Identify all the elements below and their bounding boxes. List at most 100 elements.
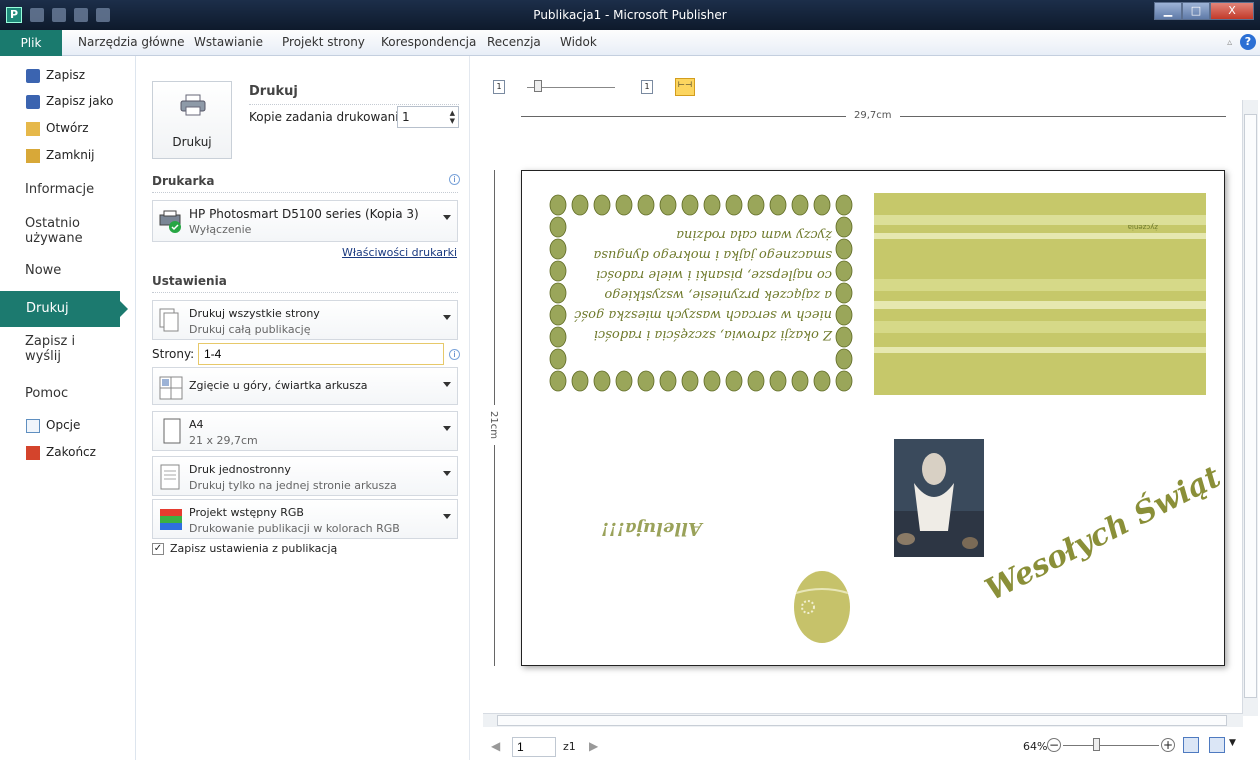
tab-view[interactable]: Widok	[560, 35, 597, 49]
pages-label: Strony:	[152, 347, 195, 361]
zoom-in-icon[interactable]: +	[1161, 738, 1175, 752]
rgb-color-icon	[160, 509, 182, 530]
border-egg	[593, 194, 611, 216]
zoom-out-icon[interactable]: −	[1047, 738, 1061, 752]
open-folder-icon	[26, 122, 40, 136]
vertical-scrollbar[interactable]	[1242, 100, 1258, 716]
border-egg	[549, 216, 567, 238]
printer-status-icon	[159, 210, 181, 233]
printer-info-icon[interactable]: i	[449, 174, 460, 185]
backstage-nav: Zapisz Zapisz jako Otwórz Zamknij Inform…	[0, 56, 136, 760]
border-egg	[681, 194, 699, 216]
print-settings-panel: Drukuj Drukuj Kopie zadania drukowania: …	[137, 56, 470, 760]
save-settings-checkbox[interactable]: ✓	[152, 543, 164, 555]
nav-open[interactable]: Otwórz	[26, 121, 89, 136]
poem-line-4: co najlepsze, pisanki i wiele radości	[596, 267, 832, 282]
decorated-egg	[794, 571, 850, 643]
sides-title: Druk jednostronny	[189, 463, 291, 476]
view-menu-chevron-icon[interactable]: ▼	[1229, 738, 1236, 748]
nav-recent-line1: Ostatnio	[25, 216, 80, 231]
color-desc: Drukowanie publikacji w kolorach RGB	[189, 522, 400, 535]
printer-dropdown[interactable]: HP Photosmart D5100 series (Kopia 3) Wył…	[152, 200, 458, 242]
single-page-icon[interactable]: 1	[493, 80, 505, 94]
print-preview: 1 1 ⊢⊣ 29,7cm 21cm życzenia Z okazji zdr…	[471, 56, 1260, 760]
ribbon-tabs: Plik Narzędzia główne Wstawianie Projekt…	[0, 30, 1260, 56]
options-icon	[26, 419, 40, 433]
nav-info[interactable]: Informacje	[25, 182, 94, 197]
horizontal-scrollbar[interactable]	[483, 713, 1243, 727]
sides-dropdown[interactable]: Druk jednostronny Drukuj tylko na jednej…	[152, 456, 458, 496]
border-egg	[549, 348, 567, 370]
copies-spinner[interactable]: 1 ▲ ▼	[397, 106, 459, 128]
print-button[interactable]: Drukuj	[152, 81, 232, 159]
border-egg	[835, 216, 853, 238]
close-folder-icon	[26, 149, 40, 163]
tab-file[interactable]: Plik	[0, 30, 62, 56]
tab-mailings[interactable]: Korespondencja	[381, 35, 476, 49]
maximize-button[interactable]: □	[1182, 2, 1210, 20]
nav-exit-label: Zakończ	[46, 445, 96, 459]
printer-section-title: Drukarka	[152, 174, 215, 188]
border-egg	[681, 370, 699, 392]
page-count-slider-knob[interactable]	[534, 80, 542, 92]
color-title: Projekt wstępny RGB	[189, 506, 304, 519]
preview-page: życzenia Z okazji zdrowia, szczęścia i r…	[521, 170, 1225, 666]
nav-recent[interactable]: Ostatnio używane	[25, 216, 83, 246]
ruler-toggle-icon[interactable]: ⊢⊣	[675, 78, 695, 96]
save-settings-label: Zapisz ustawienia z publikacją	[170, 542, 338, 555]
nav-exit[interactable]: Zakończ	[26, 445, 96, 460]
tab-review[interactable]: Recenzja	[487, 35, 541, 49]
chevron-down-icon	[443, 471, 451, 476]
print-range-dropdown[interactable]: Drukuj wszystkie strony Drukuj całą publ…	[152, 300, 458, 340]
prev-page-icon[interactable]: ◀	[491, 739, 500, 753]
nav-save[interactable]: Zapisz	[26, 68, 85, 83]
card-artwork: życzenia Z okazji zdrowia, szczęścia i r…	[549, 193, 1225, 643]
nav-save-and-send[interactable]: Zapisz i wyślij	[25, 334, 75, 364]
poem-line-6: życzy wam cała rodzina	[676, 227, 833, 242]
spinner-arrows-icon[interactable]: ▲ ▼	[450, 109, 455, 125]
pages-info-icon[interactable]: i	[449, 349, 460, 360]
vertical-ruler: 21cm	[488, 170, 499, 666]
tab-home[interactable]: Narzędzia główne	[78, 35, 185, 49]
tab-insert[interactable]: Wstawianie	[194, 35, 263, 49]
one-sided-icon	[160, 464, 180, 490]
page-number-input[interactable]	[512, 737, 556, 757]
exit-icon	[26, 446, 40, 460]
minimize-button[interactable]: ▁	[1154, 2, 1182, 20]
border-egg	[703, 194, 721, 216]
layout-dropdown[interactable]: Zgięcie u góry, ćwiartka arkusza	[152, 367, 458, 405]
pages-icon	[159, 308, 179, 332]
ribbon-right-icons: ▵ ?	[1227, 34, 1256, 50]
pages-input[interactable]	[198, 343, 444, 365]
nav-help[interactable]: Pomoc	[25, 386, 68, 401]
border-egg	[637, 370, 655, 392]
color-dropdown[interactable]: Projekt wstępny RGB Drukowanie publikacj…	[152, 499, 458, 539]
nav-print[interactable]: Drukuj	[0, 291, 128, 327]
paper-size-dropdown[interactable]: A4 21 x 29,7cm	[152, 411, 458, 451]
greeting-title: Wesołych Świąt	[979, 458, 1225, 608]
printer-status: Wyłączenie	[189, 223, 252, 236]
printer-properties-link[interactable]: Właściwości drukarki	[342, 246, 457, 259]
tab-page-design[interactable]: Projekt strony	[282, 35, 365, 49]
settings-section-title: Ustawienia	[152, 274, 227, 288]
nav-new[interactable]: Nowe	[25, 263, 61, 278]
next-page-icon[interactable]: ▶	[589, 739, 598, 753]
nav-close[interactable]: Zamknij	[26, 148, 95, 163]
minimize-ribbon-icon[interactable]: ▵	[1227, 37, 1232, 48]
copies-value: 1	[402, 110, 410, 124]
horizontal-scroll-thumb[interactable]	[497, 715, 1227, 726]
nav-recent-line2: używane	[25, 231, 83, 246]
fit-page-icon[interactable]	[1183, 737, 1199, 753]
zoom-slider-knob[interactable]	[1093, 738, 1100, 751]
nav-save-as[interactable]: Zapisz jako	[26, 94, 113, 109]
multiple-pages-icon[interactable]	[1209, 737, 1225, 753]
small-greeting: Alleluja!!!	[601, 518, 704, 539]
help-icon[interactable]: ?	[1240, 34, 1256, 50]
nav-options[interactable]: Opcje	[26, 418, 80, 433]
zoom-slider-track[interactable]	[1063, 745, 1159, 746]
close-button[interactable]: X	[1210, 2, 1254, 20]
printer-name: HP Photosmart D5100 series (Kopia 3)	[189, 207, 419, 221]
page-icon[interactable]: 1	[641, 80, 653, 94]
vertical-scroll-thumb[interactable]	[1244, 114, 1257, 698]
border-egg	[769, 194, 787, 216]
